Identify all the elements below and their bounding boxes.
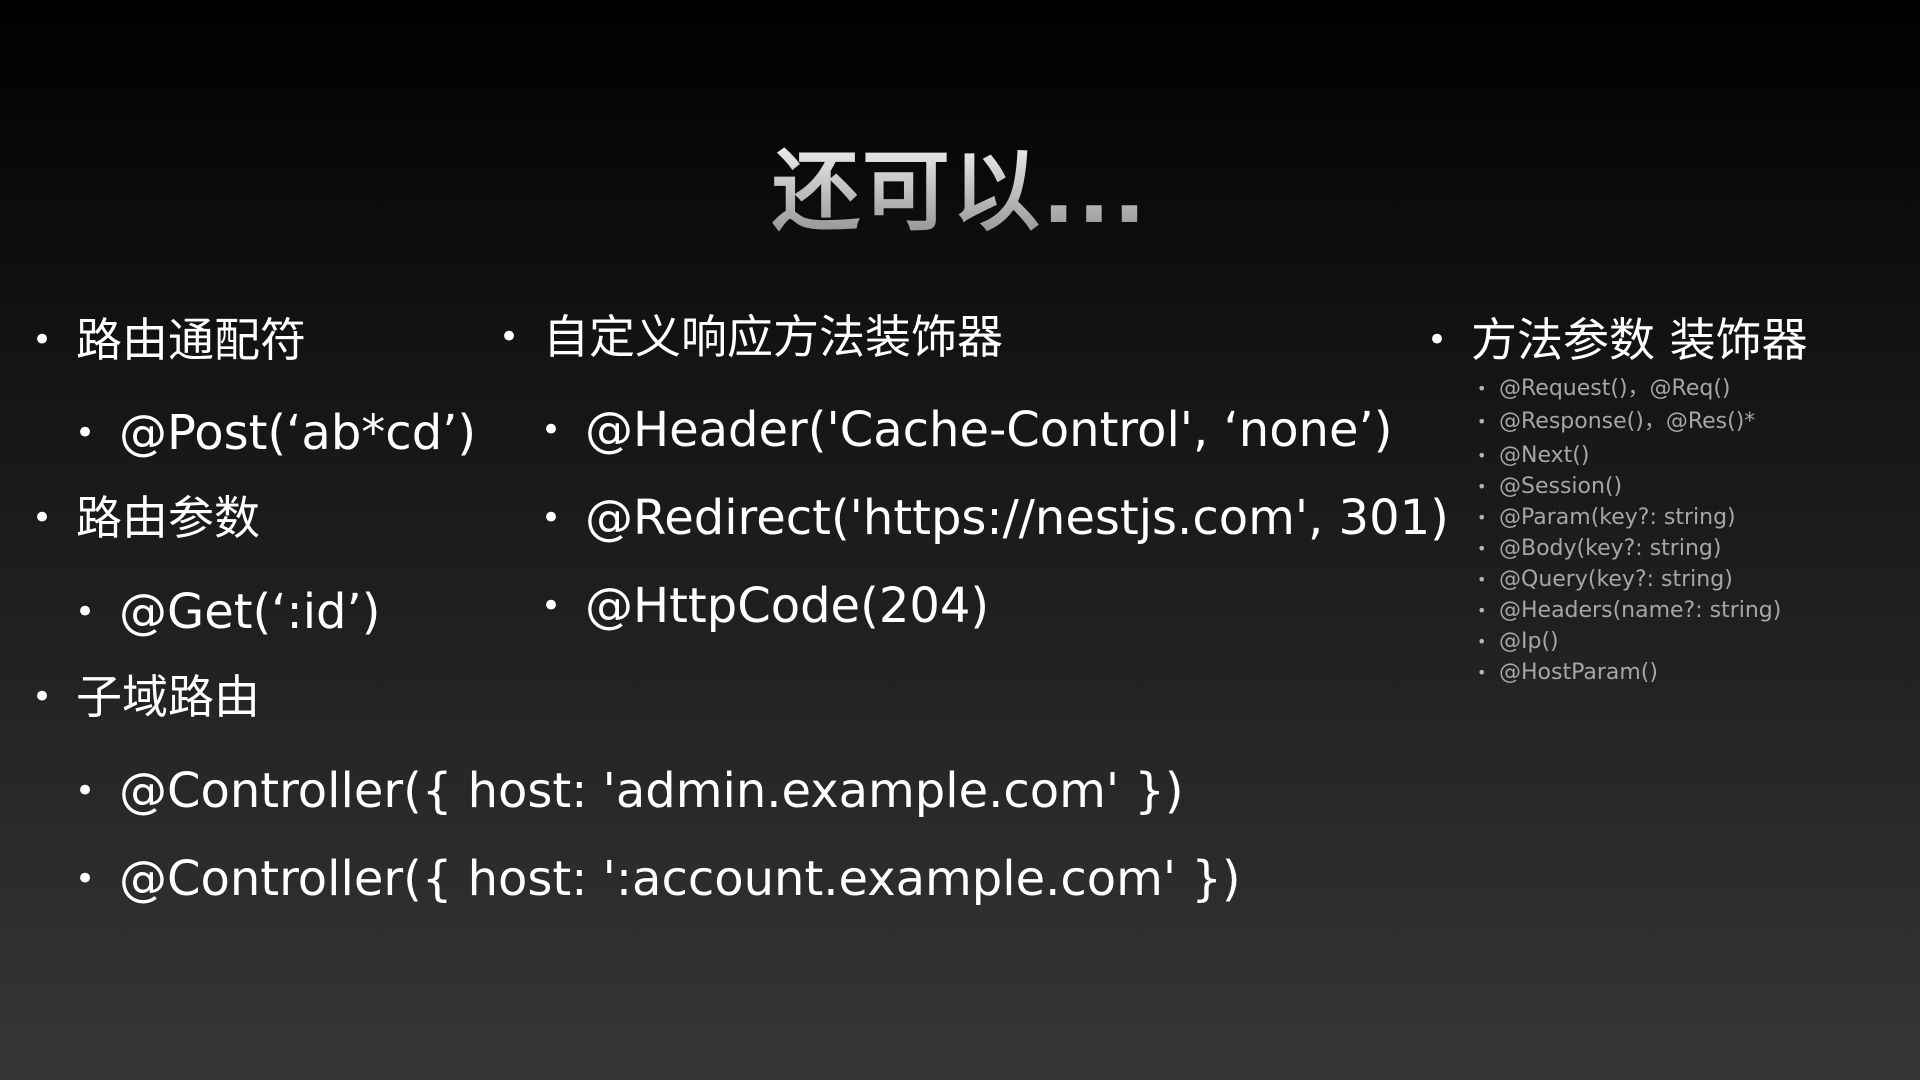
param-decorator-item: @Request()，@Req(): [1477, 374, 1730, 404]
param-decorator-item: @Param(key?: string): [1477, 503, 1736, 533]
bullet-httpcode-decorator: @HttpCode(204): [541, 576, 989, 636]
bullet-controller-admin-host: @Controller({ host: 'admin.example.com' …: [75, 761, 1184, 821]
param-decorator-item: @Next(): [1477, 441, 1590, 471]
param-decorator-item: @Headers(name?: string): [1477, 596, 1781, 626]
bullet-method-param-decorators: 方法参数 装饰器: [1427, 310, 1808, 370]
bullet-subdomain-routing: 子域路由: [32, 667, 260, 727]
param-decorator-item: @Response()，@Res()*: [1477, 407, 1755, 437]
slide-title: 还可以...: [0, 137, 1920, 247]
param-decorator-item: @Body(key?: string): [1477, 534, 1721, 564]
bullet-get-id-example: @Get(‘:id’): [75, 582, 380, 642]
param-decorator-item: @Query(key?: string): [1477, 565, 1733, 595]
bullet-route-wildcard: 路由通配符: [32, 310, 306, 370]
bullet-controller-account-host: @Controller({ host: ':account.example.co…: [75, 849, 1241, 909]
param-decorator-item: @Session(): [1477, 472, 1622, 502]
bullet-header-decorator: @Header('Cache-Control', ‘none’): [541, 400, 1392, 460]
bullet-post-wildcard-example: @Post(‘ab*cd’): [75, 403, 476, 463]
bullet-custom-response-decorators: 自定义响应方法装饰器: [499, 307, 1003, 367]
bullet-route-params: 路由参数: [32, 488, 260, 548]
param-decorator-item: @HostParam(): [1477, 658, 1658, 688]
param-decorator-item: @Ip(): [1477, 627, 1558, 657]
bullet-redirect-decorator: @Redirect('https://nestjs.com', 301): [541, 488, 1449, 548]
